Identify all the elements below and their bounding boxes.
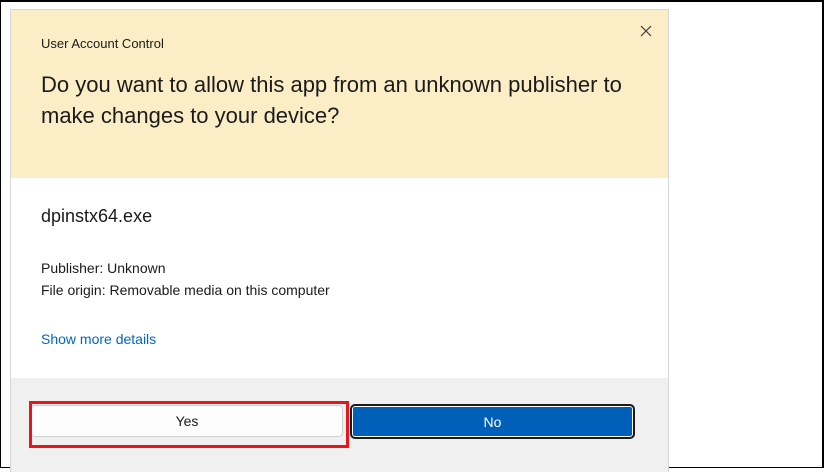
file-origin-text: File origin: Removable media on this com… <box>41 282 330 298</box>
publisher-text: Publisher: Unknown <box>41 260 166 276</box>
dialog-title: User Account Control <box>41 36 164 51</box>
dialog-footer: Yes No <box>11 378 668 472</box>
uac-dialog: User Account Control Do you want to allo… <box>11 10 668 472</box>
app-name: dpinstx64.exe <box>41 206 153 226</box>
show-more-details-link[interactable]: Show more details <box>41 331 156 347</box>
close-button[interactable] <box>631 18 661 44</box>
close-icon <box>640 25 652 37</box>
dialog-header: User Account Control Do you want to allo… <box>11 10 668 178</box>
yes-button[interactable]: Yes <box>31 405 343 437</box>
dialog-headline: Do you want to allow this app from an un… <box>41 72 622 128</box>
no-button[interactable]: No <box>350 404 635 439</box>
